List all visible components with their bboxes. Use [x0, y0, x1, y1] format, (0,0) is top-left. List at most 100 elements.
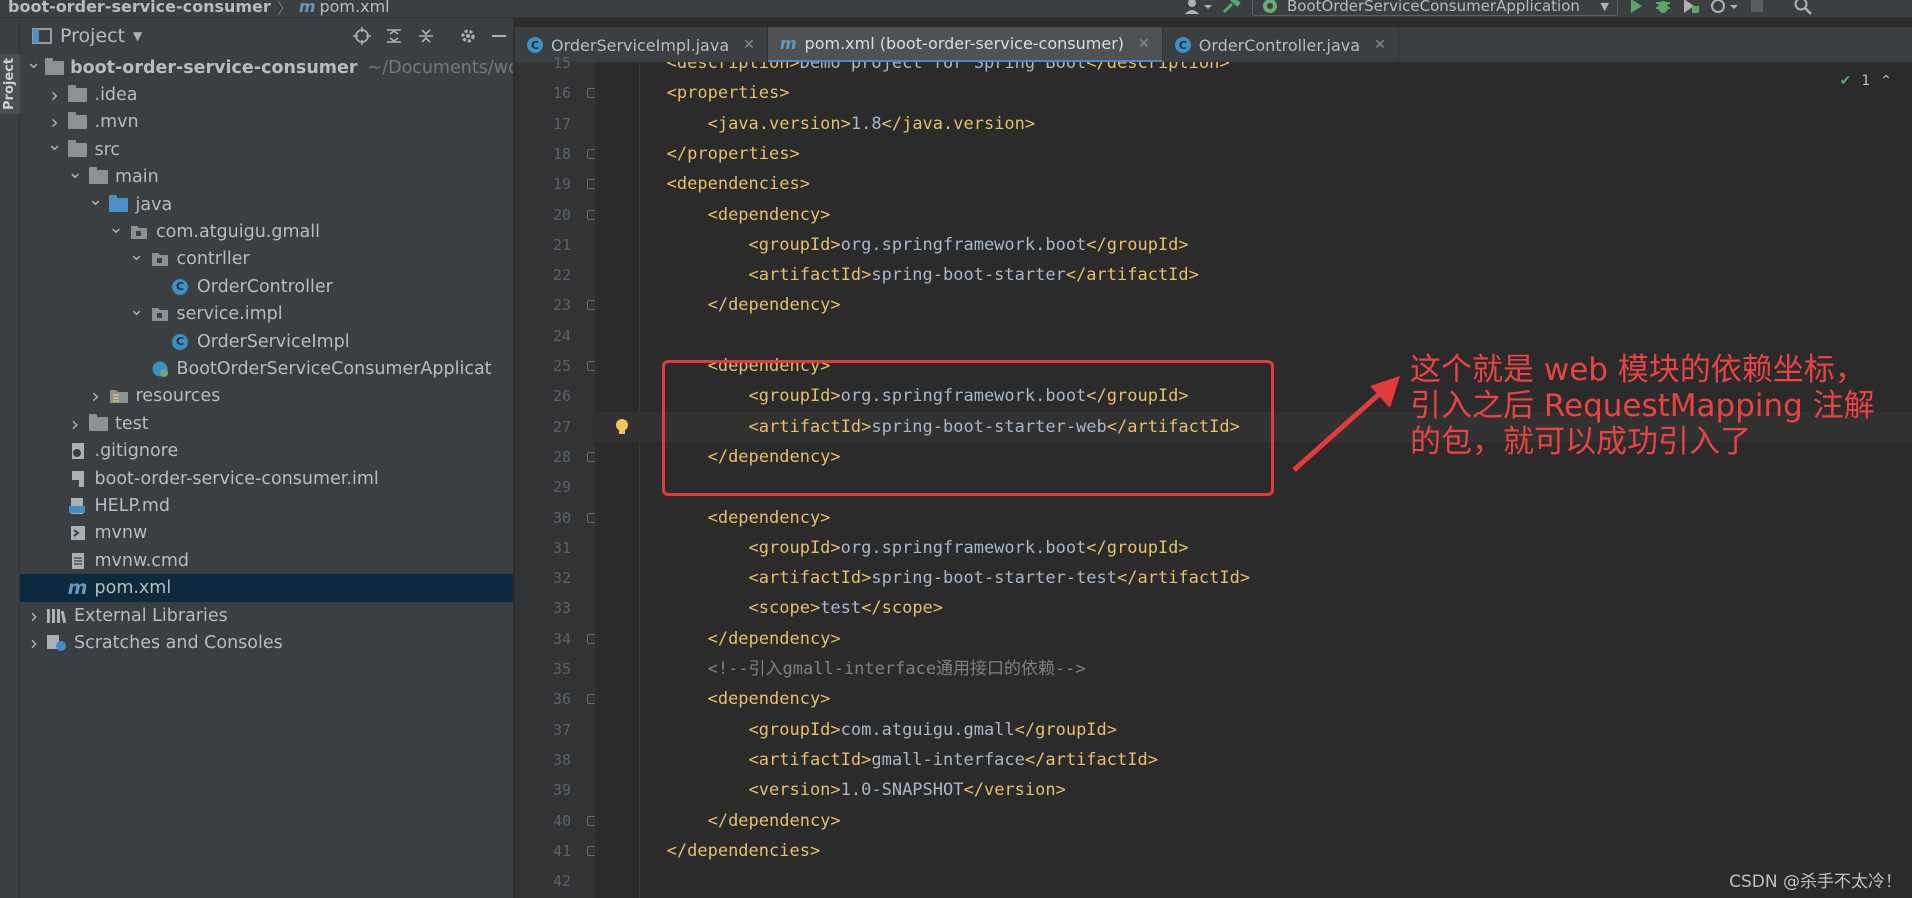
tree-item-label: External Libraries	[74, 605, 228, 626]
code-line[interactable]: <dependencies>	[595, 169, 810, 199]
tree-item[interactable]: ⌄ java	[20, 189, 513, 218]
inspection-count: 1	[1861, 73, 1871, 89]
code-line[interactable]: <artifactId>spring-boot-starter</artifac…	[595, 260, 1199, 290]
tree-item[interactable]: ⌄ src	[20, 134, 513, 163]
code-line[interactable]: </dependencies>	[595, 836, 821, 866]
tree-item[interactable]: boot-order-service-consumer.iml	[20, 465, 513, 492]
tree-item[interactable]: ⌄ main	[20, 162, 513, 191]
line-number: 19	[552, 175, 571, 194]
code-line[interactable]	[595, 866, 626, 896]
chevron-right-icon[interactable]: ›	[26, 631, 42, 655]
build-hammer-icon[interactable]	[1222, 0, 1242, 14]
chevron-down-icon[interactable]: ▼	[133, 29, 142, 43]
run-configuration-select[interactable]: BootOrderServiceConsumerApplication ▼	[1252, 0, 1618, 16]
tree-item[interactable]: › .idea	[20, 81, 513, 108]
code-line[interactable]: </dependency>	[595, 290, 841, 320]
line-number: 31	[552, 538, 571, 557]
chevron-down-icon[interactable]: ⌄	[108, 217, 124, 238]
chevron-down-icon[interactable]: ⌄	[47, 134, 63, 155]
tree-item[interactable]: mvnw.cmd	[20, 547, 513, 574]
tree-item[interactable]: › .mvn	[20, 109, 513, 136]
tree-item[interactable]: ⌄ contrller	[20, 244, 513, 273]
code-line[interactable]: <version>1.0-SNAPSHOT</version>	[595, 775, 1066, 805]
tree-item[interactable]: C OrderServiceImpl	[20, 328, 513, 355]
code-line[interactable]: <properties>	[595, 78, 790, 108]
code-line[interactable]: </dependency>	[595, 624, 841, 654]
code-line[interactable]: </dependency>	[595, 806, 841, 836]
code-line[interactable]: <dependency>	[595, 503, 831, 533]
code-line[interactable]: <groupId>com.atguigu.gmall</groupId>	[595, 715, 1117, 745]
profiler-icon[interactable]	[1710, 0, 1740, 14]
code-line[interactable]	[595, 472, 626, 502]
debug-icon[interactable]	[1654, 0, 1672, 14]
code-line[interactable]: </properties>	[595, 139, 800, 169]
maven-file-icon: m	[779, 34, 797, 53]
chevron-up-icon[interactable]: ⌃	[1880, 73, 1892, 89]
tree-item[interactable]: › Scratches and Consoles	[20, 629, 513, 656]
gear-icon[interactable]	[459, 27, 477, 45]
code-line[interactable]: <dependency>	[595, 684, 831, 714]
code-line[interactable]: <artifactId>gmall-interface</artifactId>	[595, 745, 1158, 775]
code-line[interactable]: <groupId>org.springframework.boot</group…	[595, 533, 1189, 563]
chevron-down-icon[interactable]: ⌄	[26, 52, 41, 73]
line-number: 34	[552, 629, 571, 648]
search-icon[interactable]	[1794, 0, 1812, 15]
chevron-right-icon[interactable]: ›	[47, 110, 63, 134]
chevron-right-icon[interactable]: ›	[47, 83, 63, 107]
chevron-down-icon[interactable]: ⌄	[88, 189, 104, 210]
coverage-icon[interactable]	[1682, 0, 1700, 14]
code-line[interactable]: <dependency>	[595, 200, 831, 230]
close-icon[interactable]: ✕	[1138, 36, 1150, 52]
stop-icon[interactable]	[1750, 0, 1764, 13]
code-line[interactable]: <artifactId>spring-boot-starter-test</ar…	[595, 563, 1251, 593]
chevron-down-icon[interactable]: ⌄	[129, 299, 145, 320]
project-tool-window-button[interactable]: Project	[0, 54, 20, 114]
tree-item[interactable]: ⌄ boot-order-service-consumer ~/Documents/…	[20, 52, 513, 81]
code-text: <groupId>org.springframework.boot</group…	[748, 537, 1189, 558]
tree-item[interactable]: › test	[20, 410, 513, 437]
close-icon[interactable]: ✕	[743, 37, 755, 53]
code-line[interactable]	[595, 321, 626, 351]
tree-item[interactable]: ⌄ com.atguigu.gmall	[20, 217, 513, 245]
inspection-widget[interactable]: ✔ 1 ⌃	[1840, 73, 1892, 89]
spring-boot-icon	[1261, 0, 1279, 14]
chevron-right-icon[interactable]: ›	[67, 412, 83, 436]
chevron-right-icon[interactable]: ›	[88, 384, 104, 408]
tree-item[interactable]: .gitignore	[20, 437, 513, 464]
chevron-right-icon[interactable]: ›	[26, 604, 42, 628]
lightbulb-icon[interactable]	[615, 418, 629, 434]
run-icon[interactable]	[1628, 0, 1644, 14]
hide-panel-icon[interactable]	[491, 28, 507, 44]
code-line[interactable]: <groupId>org.springframework.boot</group…	[595, 230, 1189, 260]
editor-tab[interactable]: m pom.xml (boot-order-service-consumer) ✕	[767, 27, 1163, 63]
code-line[interactable]: <scope>test</scope>	[595, 593, 944, 623]
tree-item-label: pom.xml	[94, 578, 172, 599]
tree-item[interactable]: › resources	[20, 383, 513, 410]
tree-item[interactable]: HELP.md	[20, 492, 513, 519]
tree-item[interactable]: C OrderController	[20, 273, 513, 300]
user-icon[interactable]	[1184, 0, 1212, 14]
editor-tab[interactable]: C OrderController.java ✕	[1163, 27, 1399, 63]
close-icon[interactable]: ✕	[1374, 37, 1386, 53]
tree-item[interactable]: mvnw	[20, 520, 513, 547]
tree-item[interactable]: ⌄ service.impl	[20, 299, 513, 328]
code-line[interactable]: <java.version>1.8</java.version>	[595, 109, 1036, 139]
locate-icon[interactable]	[353, 27, 371, 45]
tree-item[interactable]: m pom.xml	[20, 574, 513, 602]
project-view-title[interactable]: Project	[60, 25, 125, 47]
class-icon: C	[1174, 37, 1191, 53]
project-view-icon	[32, 27, 52, 45]
chevron-down-icon[interactable]: ⌄	[67, 162, 83, 183]
breadcrumb-file[interactable]: pom.xml	[319, 0, 389, 16]
collapse-all-icon[interactable]	[417, 27, 435, 45]
code-line[interactable]: <description>Demo project for Spring Boo…	[595, 62, 1230, 78]
breadcrumb-project[interactable]: boot-order-service-consumer	[0, 0, 271, 14]
expand-all-icon[interactable]	[385, 27, 403, 45]
run-configuration-name: BootOrderServiceConsumerApplication	[1287, 0, 1580, 15]
tree-item[interactable]: › External Libraries	[20, 602, 513, 629]
chevron-down-icon[interactable]: ⌄	[129, 244, 145, 265]
tree-item[interactable]: BootOrderServiceConsumerApplicat	[20, 355, 513, 382]
code-line[interactable]: <!--引入gmall-interface通用接口的依赖-->	[595, 654, 1086, 684]
tab-label: OrderController.java	[1198, 35, 1361, 55]
